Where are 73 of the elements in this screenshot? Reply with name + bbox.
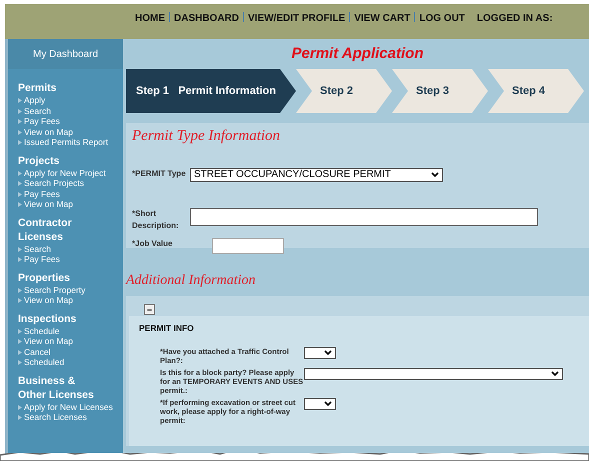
bullet-icon [18, 202, 22, 207]
nav-link[interactable]: VIEW CART [354, 11, 410, 26]
answer-select[interactable] [304, 346, 336, 359]
field-label: *Job Value [132, 238, 174, 250]
bullet-icon [18, 140, 22, 145]
bullet-icon [18, 415, 22, 420]
bullet-icon [18, 288, 22, 292]
field-label: *PERMIT Type [132, 168, 187, 180]
bullet-icon [18, 246, 22, 252]
dropdown-caret-icon [431, 172, 439, 177]
sidebar-heading: Properties [18, 270, 71, 284]
sidebar-link[interactable]: Pay Fees [24, 254, 120, 264]
sidebar-link[interactable]: Scheduled [24, 357, 120, 368]
page-title: Permit Application [292, 44, 424, 64]
sidebar-link[interactable]: Search Property [24, 284, 120, 295]
step-tab[interactable]: Step 4 [488, 69, 584, 113]
sidebar-link[interactable]: View on Map [24, 126, 120, 137]
dropdown-caret-icon [551, 371, 559, 376]
bullet-icon [18, 328, 22, 334]
bullet-icon [18, 298, 22, 303]
sidebar-heading: Permits [18, 81, 58, 95]
sidebar-link[interactable]: Search Projects [24, 178, 120, 188]
step-tab[interactable]: Step 1 Permit Information [126, 69, 296, 113]
sidebar-link[interactable]: View on Map [24, 336, 120, 346]
dropdown-caret-icon [324, 350, 332, 356]
section-heading: Additional Information [126, 273, 256, 288]
sidebar-heading: Inspections [18, 312, 78, 326]
sidebar-link[interactable]: Search [24, 106, 120, 116]
answer-select[interactable] [304, 398, 336, 410]
sidebar-heading: Contractor Licenses [18, 216, 73, 244]
bullet-icon [18, 339, 22, 344]
sidebar-link[interactable]: Schedule [24, 326, 120, 336]
nav-link[interactable]: LOG OUT [419, 11, 465, 26]
bullet-icon [18, 170, 22, 176]
logged-in-label: LOGGED IN AS: [476, 12, 553, 26]
sidebar-heading: Projects [18, 154, 60, 168]
answer-select[interactable] [304, 368, 563, 380]
bullet-icon [18, 108, 22, 114]
bullet-icon [18, 404, 22, 410]
nav-link[interactable]: VIEW/EDIT PROFILE [248, 11, 346, 26]
sidebar-link[interactable]: Apply [24, 95, 120, 106]
sidebar-link[interactable]: Search Licenses [24, 412, 120, 422]
sidebar-link[interactable]: Pay Fees [24, 188, 120, 199]
bullet-icon [18, 130, 22, 134]
nav-link[interactable]: HOME [135, 11, 165, 26]
sidebar-link[interactable]: View on Map [24, 295, 120, 306]
dropdown-caret-icon [324, 401, 332, 406]
nav-link[interactable]: DASHBOARD [174, 11, 239, 26]
sidebar-link[interactable]: Apply for New Project [24, 168, 120, 178]
sidebar-link[interactable]: Search [24, 244, 120, 254]
bullet-icon [18, 257, 22, 262]
sidebar-heading: Business & Other Licenses [18, 374, 95, 402]
group-title: PERMIT INFO [139, 322, 195, 335]
bullet-icon [18, 119, 22, 124]
bullet-icon [18, 350, 22, 354]
step-tab[interactable]: Step 2 [296, 69, 392, 113]
permit-type-select[interactable]: STREET OCCUPANCY/CLOSURE PERMIT [190, 168, 443, 182]
bullet-icon [18, 360, 22, 365]
field-label: *Short Description: [132, 208, 180, 232]
bullet-icon [18, 181, 22, 186]
collapse-button[interactable]: − [144, 304, 155, 315]
sidebar-link[interactable]: Pay Fees [24, 116, 120, 126]
bullet-icon [18, 98, 22, 103]
sidebar-link[interactable]: Cancel [24, 346, 120, 357]
step-tab[interactable]: Step 3 [392, 69, 488, 113]
sidebar-link[interactable]: View on Map [24, 199, 120, 210]
sidebar-link[interactable]: Apply for New Licenses [24, 402, 120, 412]
bullet-icon [18, 192, 22, 196]
job-value-field[interactable] [212, 238, 284, 254]
my-dashboard-link[interactable]: My Dashboard [8, 39, 123, 69]
short-description-field[interactable] [190, 208, 538, 226]
section-heading: Permit Type Information [132, 127, 282, 146]
sidebar-link[interactable]: Issued Permits Report [24, 137, 120, 148]
